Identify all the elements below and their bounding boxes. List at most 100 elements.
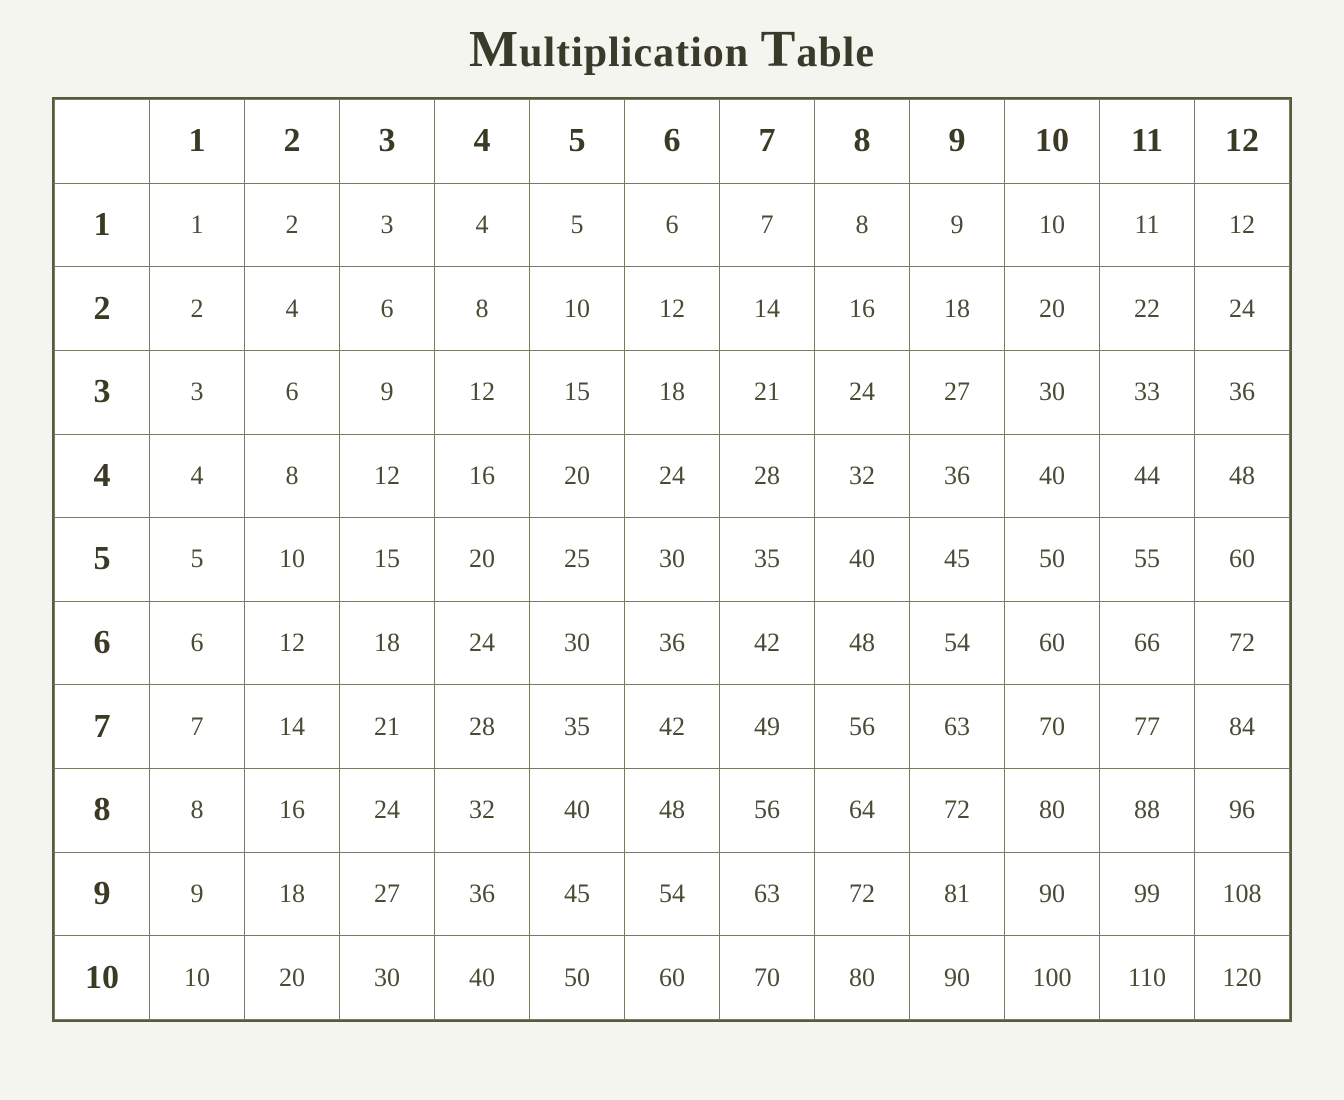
cell-1-11: 11 [1100, 183, 1195, 267]
cell-3-9: 27 [910, 350, 1005, 434]
cell-6-5: 30 [530, 601, 625, 685]
table-row: 9918273645546372819099108 [55, 852, 1290, 936]
cell-7-9: 63 [910, 685, 1005, 769]
cell-2-8: 16 [815, 267, 910, 351]
cell-9-10: 90 [1005, 852, 1100, 936]
cell-4-5: 20 [530, 434, 625, 518]
cell-1-7: 7 [720, 183, 815, 267]
cell-3-5: 15 [530, 350, 625, 434]
table-row: 1123456789101112 [55, 183, 1290, 267]
col-header-2: 2 [245, 100, 340, 184]
cell-3-6: 18 [625, 350, 720, 434]
cell-8-6: 48 [625, 769, 720, 853]
cell-8-7: 56 [720, 769, 815, 853]
cell-3-8: 24 [815, 350, 910, 434]
table-row: 10102030405060708090100110120 [55, 936, 1290, 1020]
cell-4-9: 36 [910, 434, 1005, 518]
cell-6-12: 72 [1195, 601, 1290, 685]
cell-5-8: 40 [815, 518, 910, 602]
cell-1-5: 5 [530, 183, 625, 267]
cell-1-10: 10 [1005, 183, 1100, 267]
cell-4-10: 40 [1005, 434, 1100, 518]
col-header-12: 12 [1195, 100, 1290, 184]
cell-10-10: 100 [1005, 936, 1100, 1020]
cell-4-6: 24 [625, 434, 720, 518]
table-row: 881624324048566472808896 [55, 769, 1290, 853]
cell-8-1: 8 [150, 769, 245, 853]
cell-9-9: 81 [910, 852, 1005, 936]
cell-3-12: 36 [1195, 350, 1290, 434]
row-header-8: 8 [55, 769, 150, 853]
row-header-7: 7 [55, 685, 150, 769]
table-row: 3369121518212427303336 [55, 350, 1290, 434]
cell-3-1: 3 [150, 350, 245, 434]
cell-1-8: 8 [815, 183, 910, 267]
cell-2-6: 12 [625, 267, 720, 351]
col-header-4: 4 [435, 100, 530, 184]
col-header-6: 6 [625, 100, 720, 184]
cell-2-10: 20 [1005, 267, 1100, 351]
cell-9-1: 9 [150, 852, 245, 936]
cell-7-5: 35 [530, 685, 625, 769]
cell-7-11: 77 [1100, 685, 1195, 769]
cell-10-2: 20 [245, 936, 340, 1020]
row-header-1: 1 [55, 183, 150, 267]
cell-10-9: 90 [910, 936, 1005, 1020]
cell-8-12: 96 [1195, 769, 1290, 853]
col-header-3: 3 [340, 100, 435, 184]
cell-7-3: 21 [340, 685, 435, 769]
cell-5-6: 30 [625, 518, 720, 602]
cell-4-1: 4 [150, 434, 245, 518]
cell-3-4: 12 [435, 350, 530, 434]
cell-8-9: 72 [910, 769, 1005, 853]
cell-8-11: 88 [1100, 769, 1195, 853]
cell-5-10: 50 [1005, 518, 1100, 602]
cell-1-3: 3 [340, 183, 435, 267]
cell-5-4: 20 [435, 518, 530, 602]
cell-1-9: 9 [910, 183, 1005, 267]
cell-10-8: 80 [815, 936, 910, 1020]
cell-7-1: 7 [150, 685, 245, 769]
table-row: 771421283542495663707784 [55, 685, 1290, 769]
cell-6-11: 66 [1100, 601, 1195, 685]
cell-6-1: 6 [150, 601, 245, 685]
cell-9-8: 72 [815, 852, 910, 936]
cell-5-9: 45 [910, 518, 1005, 602]
cell-5-7: 35 [720, 518, 815, 602]
cell-6-7: 42 [720, 601, 815, 685]
multiplication-table-container: 1234567891011121123456789101112224681012… [52, 97, 1292, 1022]
cell-3-7: 21 [720, 350, 815, 434]
page-title: Multiplication Table [469, 20, 875, 79]
cell-9-12: 108 [1195, 852, 1290, 936]
cell-1-6: 6 [625, 183, 720, 267]
cell-10-3: 30 [340, 936, 435, 1020]
col-header-10: 10 [1005, 100, 1100, 184]
cell-9-11: 99 [1100, 852, 1195, 936]
cell-8-8: 64 [815, 769, 910, 853]
cell-10-1: 10 [150, 936, 245, 1020]
table-row: 551015202530354045505560 [55, 518, 1290, 602]
cell-10-7: 70 [720, 936, 815, 1020]
cell-7-8: 56 [815, 685, 910, 769]
cell-9-4: 36 [435, 852, 530, 936]
row-header-2: 2 [55, 267, 150, 351]
cell-7-7: 49 [720, 685, 815, 769]
cell-9-2: 18 [245, 852, 340, 936]
row-header-9: 9 [55, 852, 150, 936]
cell-4-2: 8 [245, 434, 340, 518]
cell-8-3: 24 [340, 769, 435, 853]
cell-9-7: 63 [720, 852, 815, 936]
cell-10-5: 50 [530, 936, 625, 1020]
cell-5-12: 60 [1195, 518, 1290, 602]
cell-10-4: 40 [435, 936, 530, 1020]
cell-3-3: 9 [340, 350, 435, 434]
cell-4-8: 32 [815, 434, 910, 518]
cell-5-11: 55 [1100, 518, 1195, 602]
cell-6-10: 60 [1005, 601, 1100, 685]
cell-8-4: 32 [435, 769, 530, 853]
cell-6-9: 54 [910, 601, 1005, 685]
cell-6-6: 36 [625, 601, 720, 685]
cell-6-8: 48 [815, 601, 910, 685]
multiplication-table: 1234567891011121123456789101112224681012… [54, 99, 1290, 1020]
row-header-6: 6 [55, 601, 150, 685]
